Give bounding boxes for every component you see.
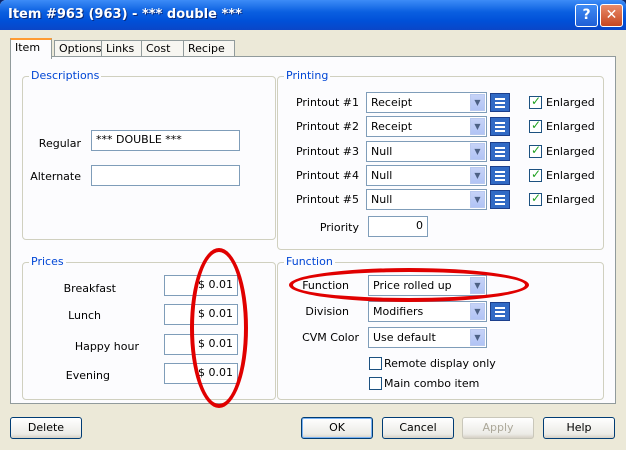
printout-5-label: Printout #5 xyxy=(295,193,359,206)
priority-field[interactable]: 0 xyxy=(368,216,428,237)
prices-title: Prices xyxy=(29,255,66,268)
list-icon[interactable] xyxy=(490,142,510,161)
printout-3-select[interactable]: Null ▼ xyxy=(366,141,487,162)
enlarged-4-label: Enlarged xyxy=(546,169,595,182)
help-title-button[interactable]: ? xyxy=(575,4,598,27)
regular-field[interactable]: *** DOUBLE *** xyxy=(91,130,240,151)
lunch-label: Lunch xyxy=(68,309,101,322)
checkmark-icon: ✓ xyxy=(531,191,542,205)
ok-button[interactable]: OK xyxy=(301,417,373,439)
enlarged-5-label: Enlarged xyxy=(546,193,595,206)
happy-hour-label: Happy hour xyxy=(74,340,139,353)
cvm-color-label: CVM Color xyxy=(302,331,359,344)
enlarged-1-label: Enlarged xyxy=(546,96,595,109)
chevron-down-icon[interactable]: ▼ xyxy=(470,329,485,346)
enlarged-3-label: Enlarged xyxy=(546,145,595,158)
enlarged-2-label: Enlarged xyxy=(546,120,595,133)
item-dialog: Item #963 (963) - *** double *** ? ✕ Ite… xyxy=(0,0,626,450)
help-button[interactable]: Help xyxy=(543,417,615,439)
function-annotation-ellipse xyxy=(289,268,529,302)
list-icon[interactable] xyxy=(490,166,510,185)
printout-3-label: Printout #3 xyxy=(295,145,359,158)
list-icon[interactable] xyxy=(490,302,510,321)
priority-label: Priority xyxy=(319,221,359,234)
printout-2-label: Printout #2 xyxy=(295,120,359,133)
tab-recipe[interactable]: Recipe xyxy=(183,40,235,57)
evening-label: Evening xyxy=(65,369,110,382)
chevron-down-icon[interactable]: ▼ xyxy=(470,303,485,320)
tab-options[interactable]: Options xyxy=(54,40,107,57)
price-annotation-ellipse xyxy=(190,248,248,408)
printout-1-value: Receipt xyxy=(371,96,413,109)
tab-panel: Descriptions Regular *** DOUBLE *** Alte… xyxy=(10,56,616,404)
printout-5-value: Null xyxy=(371,193,393,206)
cancel-button[interactable]: Cancel xyxy=(382,417,454,439)
apply-button[interactable]: Apply xyxy=(462,417,534,439)
title-bar: Item #963 (963) - *** double *** ? ✕ xyxy=(0,0,626,30)
cvm-color-select[interactable]: Use default ▼ xyxy=(368,327,487,348)
remote-display-label: Remote display only xyxy=(384,357,496,370)
printout-2-select[interactable]: Receipt ▼ xyxy=(366,116,487,137)
alternate-label: Alternate xyxy=(30,170,81,183)
printout-2-value: Receipt xyxy=(371,120,413,133)
descriptions-group: Descriptions xyxy=(22,69,276,240)
alternate-field[interactable] xyxy=(91,165,240,186)
breakfast-label: Breakfast xyxy=(63,282,116,295)
chevron-down-icon[interactable]: ▼ xyxy=(470,94,485,111)
window-title: Item #963 (963) - *** double *** xyxy=(8,7,242,22)
close-button[interactable]: ✕ xyxy=(600,4,623,27)
descriptions-title: Descriptions xyxy=(29,69,102,82)
tab-cost[interactable]: Cost xyxy=(141,40,186,57)
printing-title: Printing xyxy=(284,69,331,82)
list-icon[interactable] xyxy=(490,117,510,136)
checkmark-icon: ✓ xyxy=(531,118,542,132)
printout-4-value: Null xyxy=(371,169,393,182)
function-title: Function xyxy=(284,255,335,268)
printout-4-select[interactable]: Null ▼ xyxy=(366,165,487,186)
enlarged-1-checkbox[interactable]: ✓ xyxy=(529,94,542,109)
printout-4-label: Printout #4 xyxy=(295,169,359,182)
enlarged-4-checkbox[interactable]: ✓ xyxy=(529,167,542,182)
enlarged-5-checkbox[interactable]: ✓ xyxy=(529,191,542,206)
list-icon[interactable] xyxy=(490,190,510,209)
chevron-down-icon[interactable]: ▼ xyxy=(470,118,485,135)
checkmark-icon: ✓ xyxy=(531,167,542,181)
division-value: Modifiers xyxy=(373,305,424,318)
regular-label: Regular xyxy=(38,137,81,150)
cvm-color-value: Use default xyxy=(373,331,436,344)
main-combo-checkbox[interactable] xyxy=(369,377,382,390)
tab-item[interactable]: Item xyxy=(10,38,52,59)
delete-button[interactable]: Delete xyxy=(10,417,82,439)
division-select[interactable]: Modifiers ▼ xyxy=(368,301,487,322)
printout-1-label: Printout #1 xyxy=(295,96,359,109)
remote-display-checkbox[interactable] xyxy=(369,357,382,370)
list-icon[interactable] xyxy=(490,93,510,112)
chevron-down-icon[interactable]: ▼ xyxy=(470,191,485,208)
printout-3-value: Null xyxy=(371,145,393,158)
tab-links[interactable]: Links xyxy=(101,40,145,57)
division-label: Division xyxy=(305,305,349,318)
chevron-down-icon[interactable]: ▼ xyxy=(470,143,485,160)
printout-1-select[interactable]: Receipt ▼ xyxy=(366,92,487,113)
enlarged-2-checkbox[interactable]: ✓ xyxy=(529,118,542,133)
checkmark-icon: ✓ xyxy=(531,143,542,157)
checkmark-icon: ✓ xyxy=(531,94,542,108)
enlarged-3-checkbox[interactable]: ✓ xyxy=(529,143,542,158)
printout-5-select[interactable]: Null ▼ xyxy=(366,189,487,210)
chevron-down-icon[interactable]: ▼ xyxy=(470,167,485,184)
main-combo-label: Main combo item xyxy=(384,377,480,390)
